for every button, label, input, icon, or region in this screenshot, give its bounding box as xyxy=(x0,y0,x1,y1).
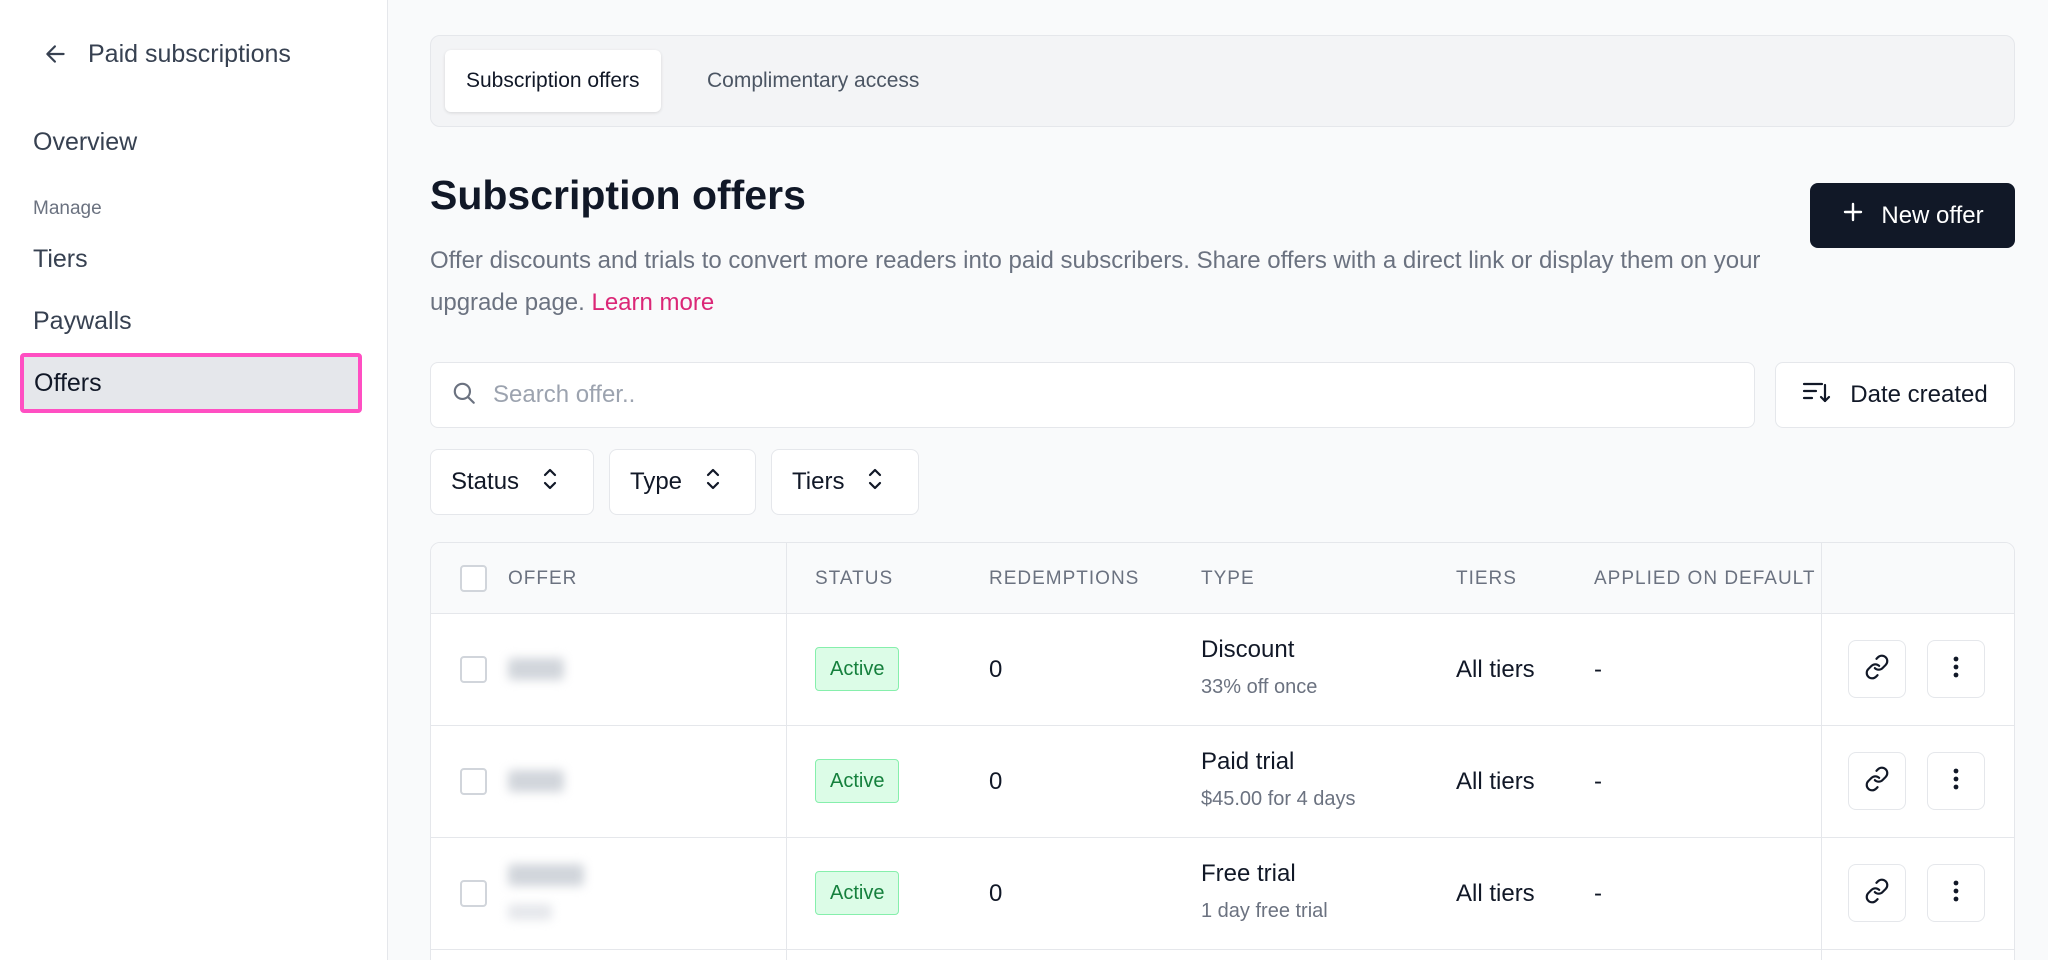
page-description: Offer discounts and trials to convert mo… xyxy=(430,240,1810,324)
offer-type-detail: 33% off once xyxy=(1201,676,1318,698)
sidebar-item-paywalls[interactable]: Paywalls xyxy=(20,291,362,351)
filter-type-button[interactable]: Type xyxy=(609,449,756,515)
tab-subscription-offers[interactable]: Subscription offers xyxy=(445,50,661,112)
new-offer-label: New offer xyxy=(1881,201,1984,229)
redemptions-value: 0 xyxy=(989,656,1003,683)
tab-bar: Subscription offers Complimentary access xyxy=(430,35,2015,127)
offers-table: Offer Status Redemptions Type Tiers Appl… xyxy=(430,542,2015,960)
learn-more-link[interactable]: Learn more xyxy=(591,289,714,316)
sidebar-item-offers[interactable]: Offers xyxy=(20,353,362,413)
row-checkbox[interactable] xyxy=(460,880,487,907)
more-actions-button[interactable] xyxy=(1927,864,1985,922)
link-icon xyxy=(1864,766,1890,797)
offer-type: Free trial xyxy=(1201,860,1296,887)
offer-type: Paid trial xyxy=(1201,748,1295,775)
chevron-updown-icon xyxy=(541,466,559,499)
table-row[interactable]: Active 0 Free trial 1 day free trial All… xyxy=(431,838,2014,950)
more-actions-button[interactable] xyxy=(1927,640,1985,698)
offer-name-redacted xyxy=(508,864,584,886)
status-badge: Active xyxy=(815,871,900,915)
tab-complimentary-access[interactable]: Complimentary access xyxy=(686,50,940,112)
table-row[interactable]: Active 0 Paid trial $45.00 for 4 days Al… xyxy=(431,726,2014,838)
more-vertical-icon xyxy=(1952,654,1960,685)
chevron-updown-icon xyxy=(866,466,884,499)
column-header-offer[interactable]: Offer xyxy=(508,543,577,614)
back-link[interactable]: Paid subscriptions xyxy=(42,36,291,72)
copy-link-button[interactable] xyxy=(1848,752,1906,810)
applied-on-default-value: - xyxy=(1594,768,1602,795)
sidebar-item-overview[interactable]: Overview xyxy=(20,112,362,172)
status-badge: Active xyxy=(815,759,900,803)
applied-on-default-value: - xyxy=(1594,880,1602,907)
offer-code-redacted xyxy=(508,904,552,920)
filter-type-label: Type xyxy=(630,468,683,495)
sort-date-created-button[interactable]: Date created xyxy=(1775,362,2015,428)
column-header-applied-on-default[interactable]: Applied on default xyxy=(1594,543,1818,614)
tiers-value: All tiers xyxy=(1456,768,1535,795)
search-input[interactable] xyxy=(493,381,1693,409)
filter-tiers-button[interactable]: Tiers xyxy=(771,449,919,515)
offer-type-detail: 1 day free trial xyxy=(1201,900,1328,922)
tiers-value: All tiers xyxy=(1456,656,1535,683)
offer-name-redacted xyxy=(508,770,564,792)
new-offer-button[interactable]: New offer xyxy=(1810,183,2015,248)
offer-name-redacted xyxy=(508,658,564,680)
column-header-redemptions[interactable]: Redemptions xyxy=(989,543,1139,614)
column-header-status[interactable]: Status xyxy=(815,543,893,614)
plus-icon xyxy=(1841,200,1865,231)
select-all-checkbox[interactable] xyxy=(460,565,487,592)
tiers-value: All tiers xyxy=(1456,880,1535,907)
redemptions-value: 0 xyxy=(989,880,1003,907)
column-header-tiers[interactable]: Tiers xyxy=(1456,543,1517,614)
more-vertical-icon xyxy=(1952,878,1960,909)
chevron-updown-icon xyxy=(704,466,722,499)
more-actions-button[interactable] xyxy=(1927,752,1985,810)
offer-type: Discount xyxy=(1201,636,1295,663)
status-badge: Active xyxy=(815,647,900,691)
copy-link-button[interactable] xyxy=(1848,640,1906,698)
row-checkbox[interactable] xyxy=(460,768,487,795)
sort-label: Date created xyxy=(1850,381,1988,408)
filter-tiers-label: Tiers xyxy=(792,468,845,495)
arrow-left-icon xyxy=(42,40,70,68)
redemptions-value: 0 xyxy=(989,768,1003,795)
applied-on-default-value: - xyxy=(1594,656,1602,683)
row-checkbox[interactable] xyxy=(460,656,487,683)
filter-status-label: Status xyxy=(451,468,520,495)
table-header: Offer Status Redemptions Type Tiers Appl… xyxy=(431,543,2014,614)
sidebar: Paid subscriptions Overview Manage Tiers… xyxy=(0,0,388,960)
link-icon xyxy=(1864,654,1890,685)
link-icon xyxy=(1864,878,1890,909)
copy-link-button[interactable] xyxy=(1848,864,1906,922)
offer-type-detail: $45.00 for 4 days xyxy=(1201,788,1356,810)
column-header-type[interactable]: Type xyxy=(1201,543,1255,614)
table-row[interactable]: Active 0 Discount 33% off once All tiers… xyxy=(431,614,2014,726)
sidebar-item-tiers[interactable]: Tiers xyxy=(20,229,362,289)
page-title: Subscription offers xyxy=(430,172,806,218)
back-link-label: Paid subscriptions xyxy=(88,39,291,68)
search-icon xyxy=(451,380,477,411)
sort-icon xyxy=(1802,379,1832,412)
search-box xyxy=(430,362,1755,428)
filter-status-button[interactable]: Status xyxy=(430,449,594,515)
more-vertical-icon xyxy=(1952,766,1960,797)
sidebar-section-label: Manage xyxy=(33,198,102,219)
